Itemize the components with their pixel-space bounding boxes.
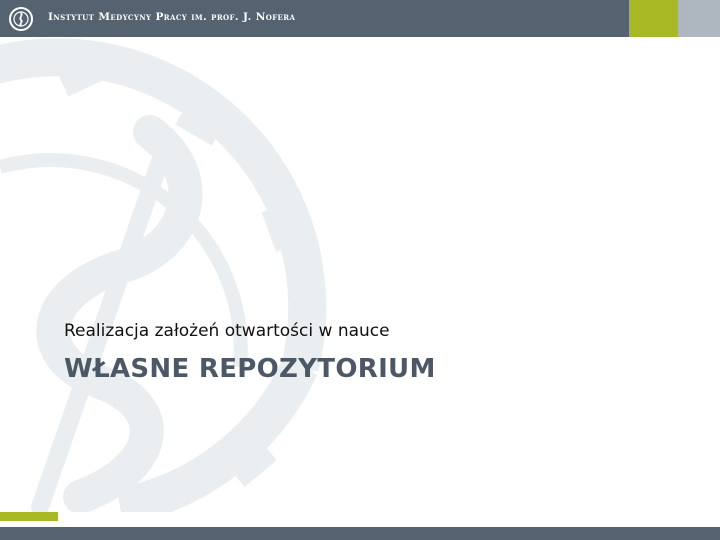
slide-title: WŁASNE REPOZYTORIUM [64, 354, 436, 384]
footer-bar [0, 527, 720, 540]
institute-logo-icon [9, 7, 33, 31]
gear-watermark-icon [0, 38, 327, 512]
header-accent-grey [678, 0, 720, 37]
header-accent-green [629, 0, 678, 37]
institution-name: Instytut Medycyny Pracy im. prof. J. Nof… [48, 11, 296, 23]
header-bar: Instytut Medycyny Pracy im. prof. J. Nof… [0, 0, 720, 37]
slide-subtitle: Realizacja założeń otwartości w nauce [64, 321, 390, 341]
footer-accent-green [0, 512, 58, 521]
